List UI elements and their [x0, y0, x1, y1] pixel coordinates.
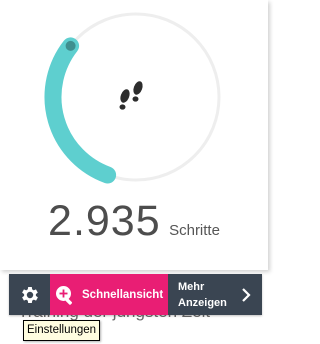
- show-more-button[interactable]: Mehr Anzeigen: [168, 274, 262, 315]
- settings-tooltip: Einstellungen: [23, 320, 101, 341]
- card-toolbar: Schnellansicht Mehr Anzeigen: [9, 274, 262, 315]
- quick-view-label: Schnellansicht: [82, 288, 164, 301]
- page: Training der jüngsten Zeit 2.935 Schritt…: [0, 0, 276, 344]
- steps-summary: 2.935 Schritte: [0, 197, 268, 257]
- gear-icon: [21, 286, 38, 303]
- settings-button[interactable]: [9, 274, 50, 315]
- footsteps-icon: [119, 81, 143, 110]
- steps-unit-label: Schritte: [169, 222, 220, 239]
- steps-count: 2.935: [48, 197, 161, 245]
- show-more-label-line1: Mehr: [178, 280, 205, 293]
- steps-card: 2.935 Schritte: [0, 0, 268, 270]
- progress-end-marker: [65, 40, 76, 51]
- chevron-right-icon: [242, 287, 251, 302]
- show-more-label-line2: Anzeigen: [178, 296, 227, 309]
- show-more-label: Mehr Anzeigen: [178, 279, 227, 311]
- magnifier-plus-icon: [56, 285, 72, 305]
- progress-arc: [44, 37, 117, 184]
- quick-view-button[interactable]: Schnellansicht: [50, 274, 168, 315]
- steps-progress-ring: [44, 12, 221, 184]
